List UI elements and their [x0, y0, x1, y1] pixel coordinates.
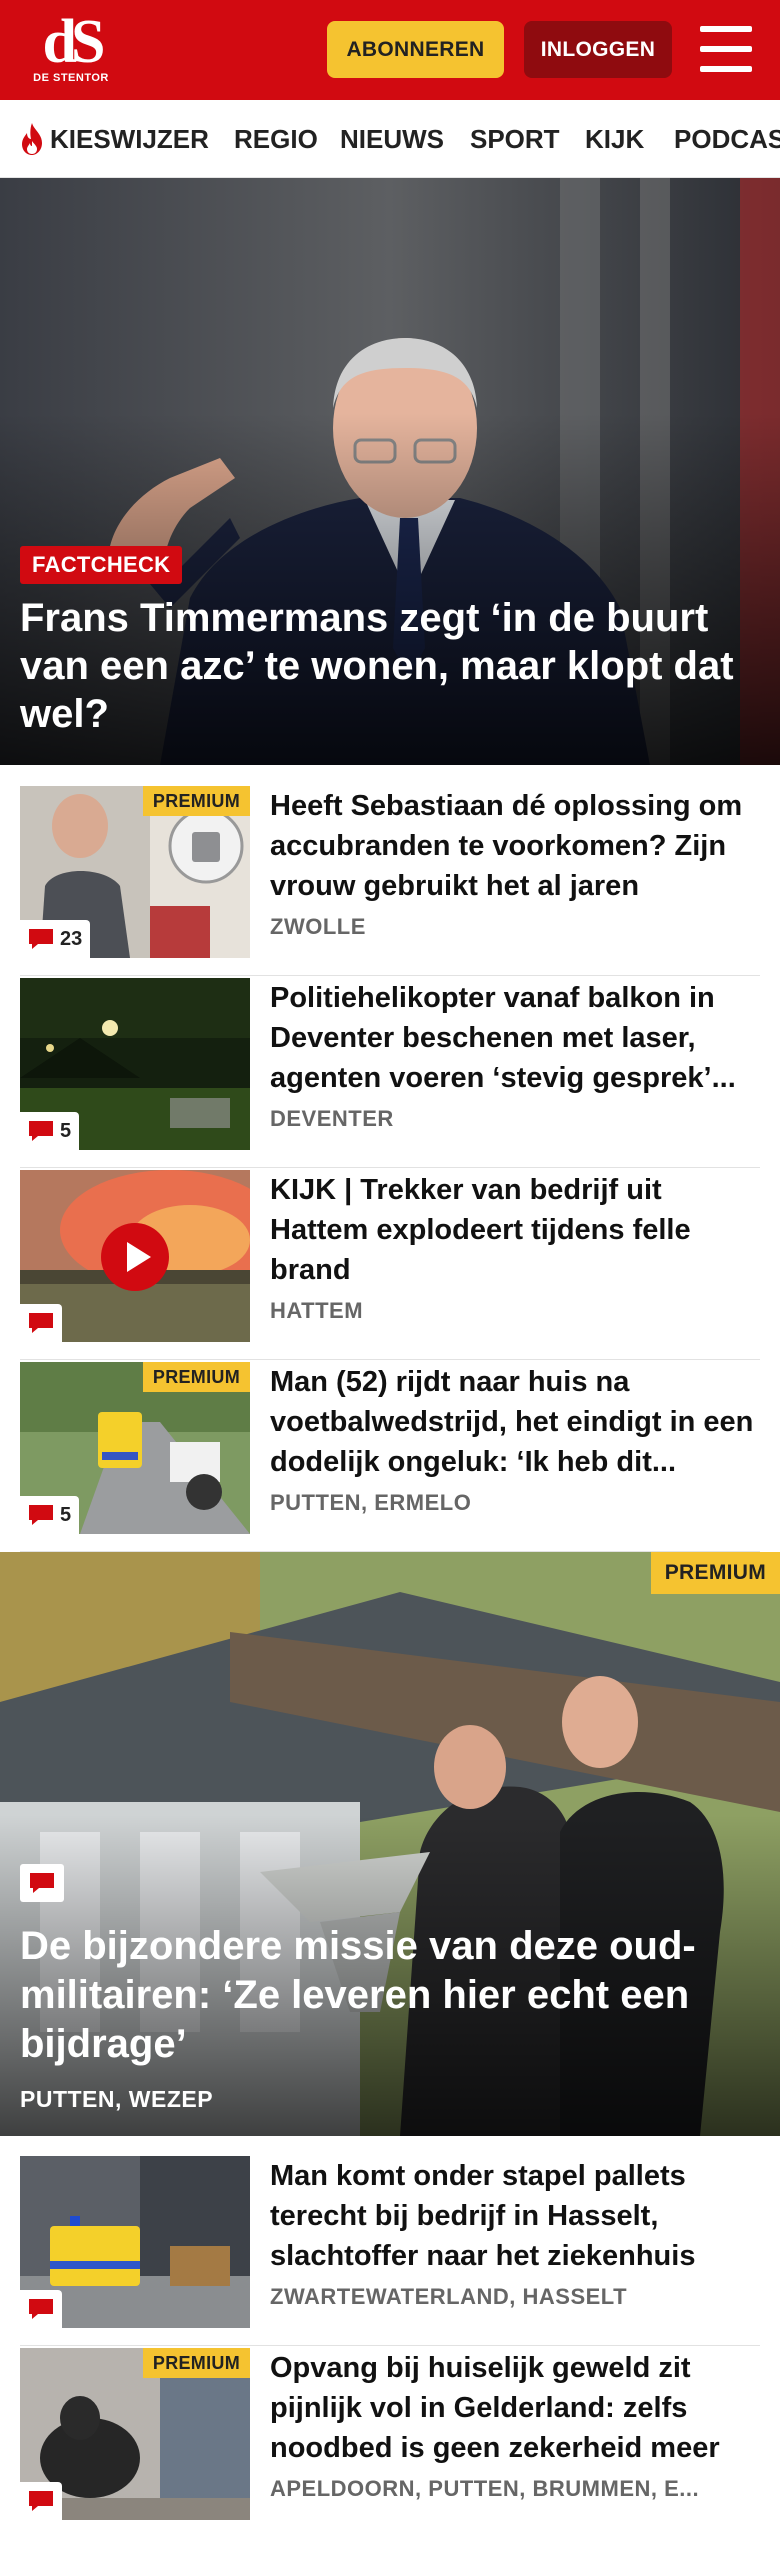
- article-title[interactable]: Politiehelikopter vanaf balkon in Devent…: [270, 978, 760, 1098]
- comment-icon: [29, 2299, 53, 2319]
- comment-icon: [30, 1873, 54, 1893]
- logo-subtitle: DE STENTOR: [33, 72, 109, 84]
- list-item[interactable]: Man komt onder stapel pallets terecht bi…: [20, 2156, 760, 2346]
- site-header: dS DE STENTOR ABONNEREN INLOGGEN: [0, 0, 780, 100]
- nav-item-kijk[interactable]: KIJK: [585, 100, 645, 177]
- comment-count[interactable]: 5: [20, 1112, 80, 1150]
- list-item[interactable]: KIJK | Trekker van bedrijf uit Hattem ex…: [20, 1170, 760, 1360]
- nav-label: KIJK: [585, 123, 645, 154]
- article-thumbnail: PREMIUM 23: [20, 786, 250, 958]
- list-item[interactable]: PREMIUM Opvang bij huiselijk geweld zit …: [20, 2348, 760, 2538]
- article-thumbnail: [20, 2156, 250, 2328]
- nav-item-podcast[interactable]: PODCAS: [674, 100, 780, 177]
- hamburger-menu-icon[interactable]: [700, 26, 752, 72]
- comment-count[interactable]: [20, 1304, 62, 1342]
- nav-item-nieuws[interactable]: NIEUWS: [340, 100, 444, 177]
- nav-item-sport[interactable]: SPORT: [470, 100, 560, 177]
- article-title[interactable]: Man (52) rijdt naar huis na voetbalwedst…: [270, 1362, 760, 1482]
- article-location: APELDOORN, PUTTEN, BRUMMEN, E...: [270, 2476, 700, 2501]
- comment-count[interactable]: [20, 1864, 64, 1902]
- subscribe-button[interactable]: ABONNEREN: [327, 21, 504, 78]
- premium-badge: PREMIUM: [142, 786, 250, 816]
- nav-label: KIESWIJZER: [50, 123, 209, 154]
- feature-title[interactable]: De bijzondere missie van deze oud-milita…: [20, 1922, 760, 2069]
- nav-item-regio[interactable]: REGIO: [234, 100, 318, 177]
- article-thumbnail: PREMIUM: [20, 2348, 250, 2520]
- comment-icon: [29, 1121, 53, 1141]
- comment-count[interactable]: [20, 2482, 62, 2520]
- article-title[interactable]: Opvang bij huiselijk geweld zit pijnlijk…: [270, 2348, 760, 2468]
- factcheck-label: FACTCHECK: [20, 546, 183, 584]
- hero-article[interactable]: FACTCHECK Frans Timmermans zegt ‘in de b…: [0, 178, 780, 765]
- logo-mark: dS: [42, 8, 106, 76]
- nav-label: REGIO: [234, 123, 318, 154]
- nav-label: SPORT: [470, 123, 560, 154]
- premium-badge: PREMIUM: [142, 2348, 250, 2378]
- article-location: ZWOLLE: [270, 914, 366, 939]
- play-icon[interactable]: [100, 1222, 170, 1292]
- feature-location: PUTTEN, WEZEP: [20, 2086, 214, 2112]
- comment-icon: [29, 2491, 53, 2511]
- comment-number: 5: [60, 1119, 72, 1142]
- login-button[interactable]: INLOGGEN: [524, 21, 672, 78]
- article-location: DEVENTER: [270, 1106, 394, 1131]
- comment-icon: [29, 929, 53, 949]
- list-item[interactable]: PREMIUM 23 Heeft Sebastiaan dé oplossing…: [20, 786, 760, 976]
- section-nav: KIESWIJZER REGIO NIEUWS SPORT KIJK PODCA…: [0, 100, 780, 178]
- article-location: ZWARTEWATERLAND, HASSELT: [270, 2284, 628, 2309]
- comment-icon: [29, 1505, 53, 1525]
- list-item[interactable]: PREMIUM 5 Man (52) rijdt naar huis na vo…: [20, 1362, 760, 1552]
- feature-article[interactable]: PREMIUM De bijzondere missie van deze ou…: [0, 1552, 780, 2136]
- comment-number: 23: [60, 927, 83, 950]
- article-thumbnail: PREMIUM 5: [20, 1362, 250, 1534]
- article-title[interactable]: Heeft Sebastiaan dé oplossing om accubra…: [270, 786, 760, 906]
- nav-label: PODCAS: [674, 123, 780, 154]
- site-logo[interactable]: dS DE STENTOR: [28, 8, 114, 92]
- article-thumbnail: [20, 1170, 250, 1342]
- comment-count[interactable]: 5: [20, 1496, 80, 1534]
- comment-count[interactable]: 23: [20, 920, 91, 958]
- nav-item-kieswijzer[interactable]: KIESWIJZER: [18, 100, 209, 177]
- article-location: HATTEM: [270, 1298, 364, 1323]
- nav-label: NIEUWS: [340, 123, 444, 154]
- article-thumbnail: 5: [20, 978, 250, 1150]
- article-title[interactable]: Man komt onder stapel pallets terecht bi…: [270, 2156, 760, 2276]
- hero-title[interactable]: Frans Timmermans zegt ‘in de buurt van e…: [20, 594, 760, 738]
- article-location: PUTTEN, ERMELO: [270, 1490, 472, 1515]
- premium-badge: PREMIUM: [142, 1362, 250, 1392]
- comment-number: 5: [60, 1503, 72, 1526]
- premium-badge: PREMIUM: [650, 1552, 780, 1594]
- article-title[interactable]: KIJK | Trekker van bedrijf uit Hattem ex…: [270, 1170, 760, 1290]
- comment-count[interactable]: [20, 2290, 62, 2328]
- flame-icon: [22, 123, 42, 155]
- list-item[interactable]: 5 Politiehelikopter vanaf balkon in Deve…: [20, 978, 760, 1168]
- comment-icon: [29, 1313, 53, 1333]
